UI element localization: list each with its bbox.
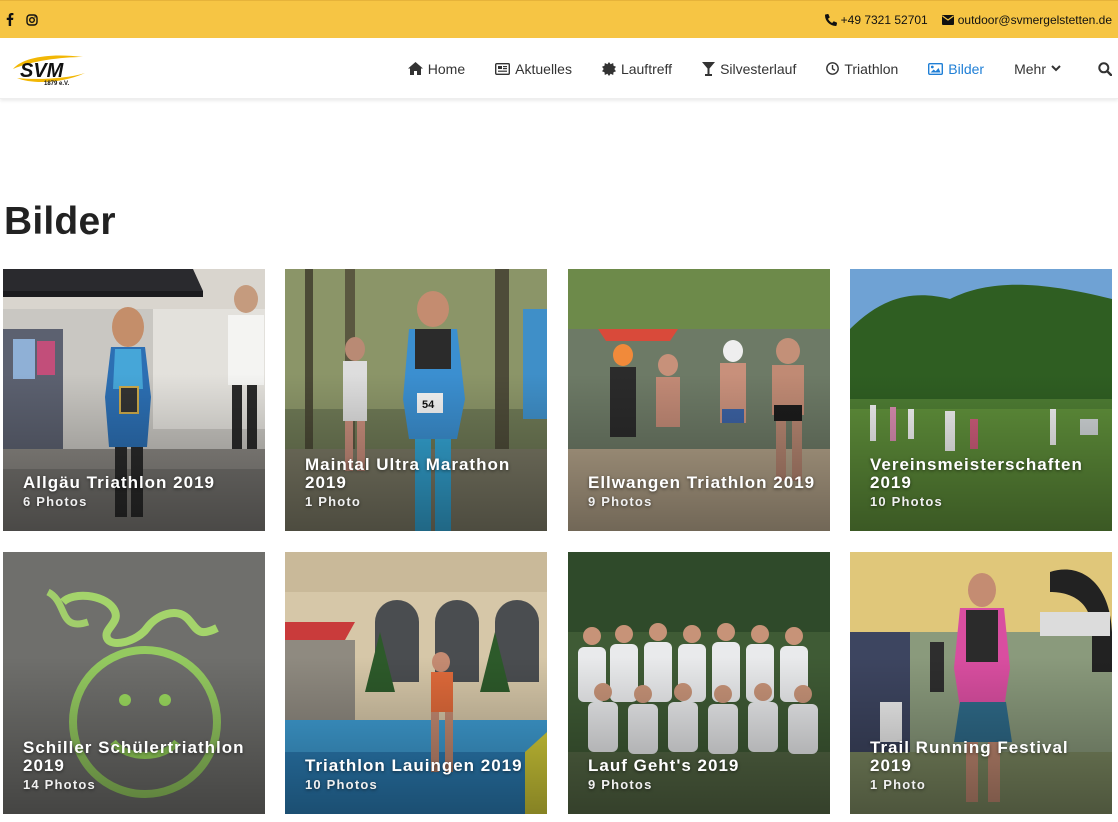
album-title: Maintal Ultra Marathon 2019 <box>305 455 511 492</box>
album-title: Ellwangen Triathlon 2019 <box>588 473 816 492</box>
gallery-album-card[interactable]: Lauf Geht's 2019 9 Photos <box>568 552 830 814</box>
phone-number: +49 7321 52701 <box>840 12 928 27</box>
gallery-album-card[interactable]: Allgäu Triathlon 2019 6 Photos <box>3 269 265 531</box>
page-title: Bilder <box>4 200 116 243</box>
album-title: Vereinsmeisterschaften 2019 <box>870 455 1083 492</box>
nav-item-bilder[interactable]: Bilder <box>913 38 999 99</box>
gallery-album-card[interactable]: Vereinsmeisterschaften 2019 10 Photos <box>850 269 1112 531</box>
gallery-album-card[interactable]: Ellwangen Triathlon 2019 9 Photos <box>568 269 830 531</box>
album-title: Trail Running Festival 2019 <box>870 738 1069 775</box>
nav-item-home[interactable]: Home <box>393 38 480 99</box>
svg-text:SVM: SVM <box>20 60 65 82</box>
nav-menu: Home Aktuelles Lauftreff Silvesterlauf T… <box>393 38 1118 99</box>
album-caption: Triathlon Lauingen 2019 10 Photos <box>305 756 533 793</box>
email-address: outdoor@svmergelstetten.de <box>957 12 1112 27</box>
album-caption: Allgäu Triathlon 2019 6 Photos <box>23 473 251 510</box>
album-photo-count: 9 Photos <box>588 494 653 509</box>
social-links <box>4 13 38 27</box>
nav-item-triathlon[interactable]: Triathlon <box>811 38 913 99</box>
facebook-icon[interactable] <box>4 13 16 27</box>
album-photo-count: 1 Photo <box>870 777 927 792</box>
instagram-icon[interactable] <box>26 13 38 27</box>
album-photo-count: 10 Photos <box>305 777 378 792</box>
starburst-icon <box>601 61 616 76</box>
album-photo-count: 14 Photos <box>23 777 96 792</box>
gallery-album-card[interactable]: Schiller Schülertriathlon 2019 14 Photos <box>3 552 265 814</box>
svm-logo[interactable]: SVM 1879 e.V. <box>11 51 87 87</box>
nav-item-lauftreff[interactable]: Lauftreff <box>587 38 687 99</box>
album-caption: Lauf Geht's 2019 9 Photos <box>588 756 816 793</box>
nav-item-silvesterlauf[interactable]: Silvesterlauf <box>687 38 811 99</box>
nav-label-home: Home <box>427 60 466 77</box>
home-icon <box>407 62 423 75</box>
album-caption: Ellwangen Triathlon 2019 9 Photos <box>588 473 816 510</box>
envelope-icon <box>941 14 954 25</box>
nav-label-aktuelles: Aktuelles <box>515 60 572 77</box>
gallery-album-card[interactable]: Triathlon Lauingen 2019 10 Photos <box>285 552 547 814</box>
contact-info: +49 7321 52701 outdoor@svmergelstetten.d… <box>824 12 1112 27</box>
chevron-down-icon <box>1051 65 1061 72</box>
nav-label-lauftreff: Lauftreff <box>620 60 673 77</box>
album-photo-count: 9 Photos <box>588 777 653 792</box>
phone-link[interactable]: +49 7321 52701 <box>824 12 928 27</box>
album-photo-count: 1 Photo <box>305 494 362 509</box>
cocktail-glass-icon <box>702 61 716 76</box>
nav-label-mehr: Mehr <box>1014 60 1046 77</box>
album-caption: Schiller Schülertriathlon 2019 14 Photos <box>23 738 251 793</box>
nav-item-aktuelles[interactable]: Aktuelles <box>480 38 587 99</box>
nav-label-triathlon: Triathlon <box>844 60 899 77</box>
gallery-album-card[interactable]: 54 Maintal Ultra Marathon 2019 1 Photo <box>285 269 547 531</box>
album-photo-count: 10 Photos <box>870 494 943 509</box>
nav-label-silvesterlauf: Silvesterlauf <box>720 60 797 77</box>
main-navbar: SVM 1879 e.V. Home Aktuelles Lauftreff S… <box>0 38 1118 99</box>
album-caption: Trail Running Festival 2019 1 Photo <box>870 738 1098 793</box>
clock-icon <box>826 62 840 75</box>
nav-item-mehr[interactable]: Mehr <box>999 38 1076 99</box>
nav-label-bilder: Bilder <box>948 60 985 77</box>
album-caption: Vereinsmeisterschaften 2019 10 Photos <box>870 455 1098 510</box>
album-title: Lauf Geht's 2019 <box>588 756 740 775</box>
album-caption: Maintal Ultra Marathon 2019 1 Photo <box>305 455 533 510</box>
image-icon <box>928 62 944 75</box>
svg-text:1879 e.V.: 1879 e.V. <box>44 81 69 87</box>
email-link[interactable]: outdoor@svmergelstetten.de <box>941 12 1112 27</box>
top-bar: +49 7321 52701 outdoor@svmergelstetten.d… <box>0 0 1118 38</box>
album-title: Allgäu Triathlon 2019 <box>23 473 215 492</box>
search-icon <box>1098 61 1112 76</box>
gallery-album-card[interactable]: Trail Running Festival 2019 1 Photo <box>850 552 1112 814</box>
newspaper-icon <box>495 62 511 75</box>
album-title: Triathlon Lauingen 2019 <box>305 756 523 775</box>
album-photo-count: 6 Photos <box>23 494 88 509</box>
search-button[interactable] <box>1076 38 1118 99</box>
phone-icon <box>824 13 837 26</box>
album-title: Schiller Schülertriathlon 2019 <box>23 738 245 775</box>
